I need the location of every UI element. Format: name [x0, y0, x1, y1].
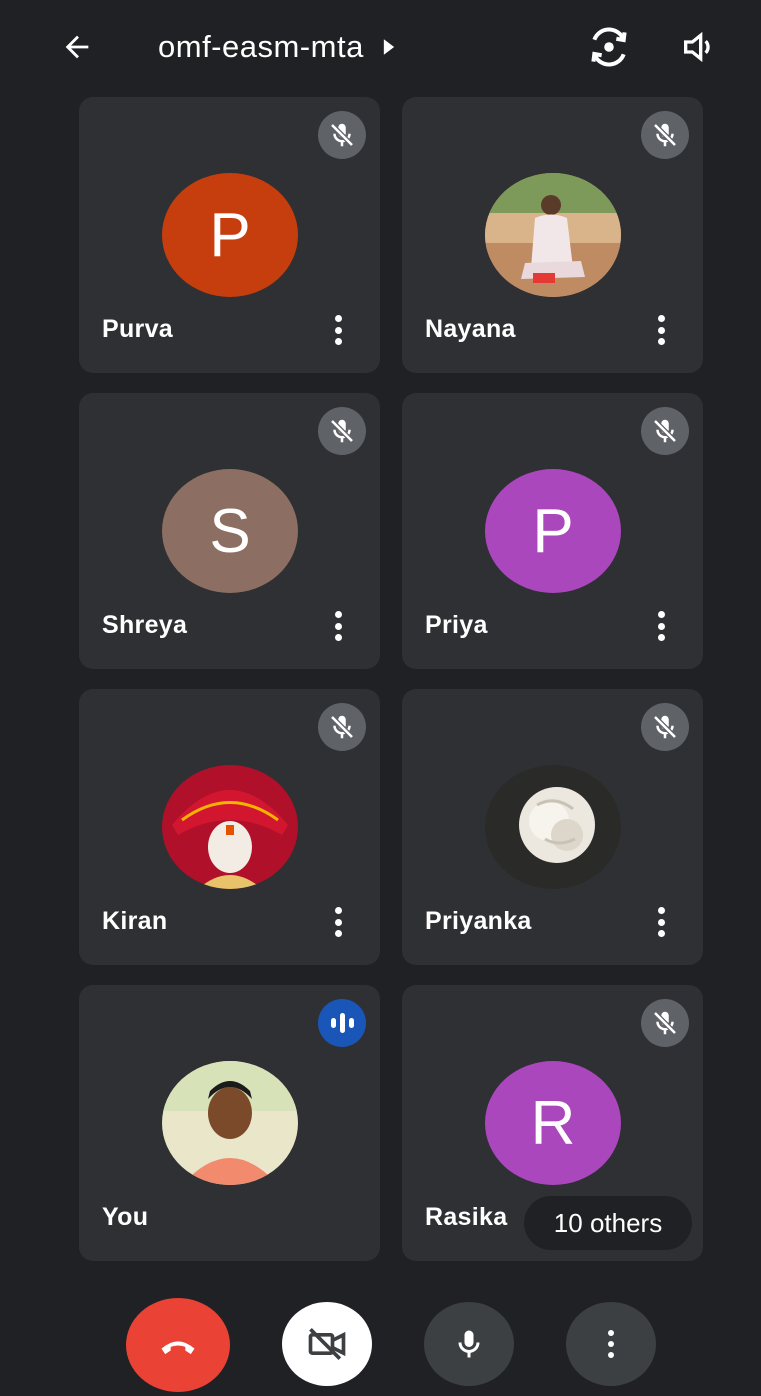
arrow-back-icon [65, 35, 89, 59]
more-options-button[interactable] [566, 1302, 656, 1386]
man-portrait-photo [162, 1061, 298, 1185]
back-button[interactable] [52, 22, 102, 72]
avatar-initial: P [209, 200, 251, 270]
end-call-icon [161, 1341, 195, 1355]
avatar: P [485, 469, 621, 593]
participant-name: You [102, 1203, 149, 1231]
avatar-initial: P [532, 496, 574, 566]
participant-name: Priyanka [425, 907, 532, 935]
woman-sitting-photo [485, 173, 621, 297]
more-vert-icon [608, 1330, 614, 1358]
participant-tile[interactable]: P Priya [402, 393, 703, 669]
speaking-indicator-icon [318, 999, 366, 1047]
call-controls [0, 1280, 761, 1396]
participant-menu-button[interactable] [328, 611, 348, 641]
camera-off-icon [308, 1328, 346, 1360]
participant-name: Kiran [102, 907, 168, 935]
participant-tile[interactable]: S Shreya [79, 393, 380, 669]
avatar: R [485, 1061, 621, 1185]
avatar-initial: R [530, 1088, 576, 1158]
meeting-title-button[interactable]: omf-easm-mta [158, 22, 396, 72]
switch-camera-icon [591, 27, 627, 67]
participant-tile[interactable]: Kiran [79, 689, 380, 965]
participant-name: Priya [425, 611, 488, 639]
participant-tile[interactable]: Nayana [402, 97, 703, 373]
avatar: S [162, 469, 298, 593]
mic-off-icon [318, 703, 366, 751]
participant-name: Nayana [425, 315, 516, 343]
avatar-initial: S [209, 496, 251, 566]
participant-tile[interactable]: Priyanka [402, 689, 703, 965]
turban-idol-photo [162, 765, 298, 889]
participant-tile-self[interactable]: You [79, 985, 380, 1261]
others-chip[interactable]: 10 others [524, 1196, 692, 1250]
participant-name: Shreya [102, 611, 188, 639]
participant-menu-button[interactable] [651, 611, 671, 641]
mic-off-icon [641, 407, 689, 455]
speaker-button[interactable] [672, 20, 726, 74]
mic-off-icon [641, 703, 689, 751]
participant-menu-button[interactable] [328, 907, 348, 937]
mic-icon [458, 1330, 480, 1358]
top-bar: omf-easm-mta [0, 0, 761, 96]
participant-menu-button[interactable] [328, 315, 348, 345]
mic-off-icon [641, 999, 689, 1047]
participant-tile[interactable]: P Purva [79, 97, 380, 373]
switch-camera-button[interactable] [582, 20, 636, 74]
play-arrow-icon [382, 38, 396, 56]
participant-menu-button[interactable] [651, 907, 671, 937]
mic-off-icon [318, 111, 366, 159]
avatar: P [162, 173, 298, 297]
mic-off-icon [641, 111, 689, 159]
mic-off-icon [318, 407, 366, 455]
white-rose-photo [485, 765, 621, 889]
participant-name: Purva [102, 315, 173, 343]
volume-icon [684, 31, 710, 63]
meeting-code: omf-easm-mta [158, 29, 364, 64]
participant-name: Rasika [425, 1203, 508, 1231]
mic-toggle-button[interactable] [424, 1302, 514, 1386]
end-call-button[interactable] [126, 1298, 230, 1392]
camera-toggle-button[interactable] [282, 1302, 372, 1386]
participant-menu-button[interactable] [651, 315, 671, 345]
